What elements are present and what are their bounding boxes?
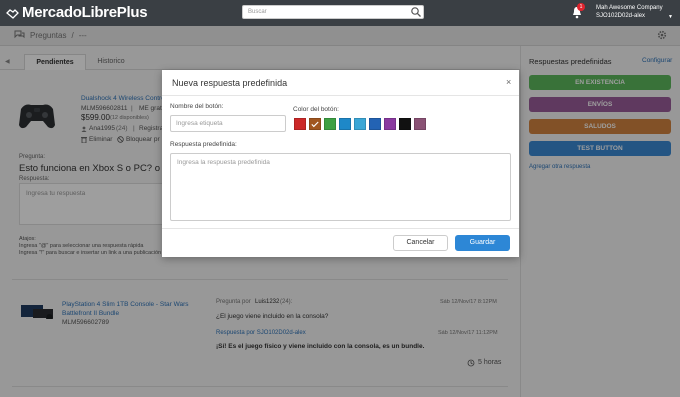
save-button[interactable]: Guardar xyxy=(455,235,510,251)
company-name: Mah Awesome Company xyxy=(596,5,663,11)
search-icon[interactable] xyxy=(410,6,422,18)
logo[interactable]: MercadoLibrePlus xyxy=(6,4,148,21)
close-icon[interactable]: × xyxy=(506,77,511,87)
predefined-text-label: Respuesta predefinida: xyxy=(170,141,237,148)
color-label: Color del botón: xyxy=(293,106,339,113)
color-picker xyxy=(294,118,426,130)
logo-text: MercadoLibrePlus xyxy=(22,4,148,21)
divider xyxy=(162,95,519,96)
divider xyxy=(162,228,519,229)
color-swatch[interactable] xyxy=(414,118,426,130)
color-swatch[interactable] xyxy=(384,118,396,130)
color-swatch[interactable] xyxy=(309,118,321,130)
chevron-down-icon[interactable]: ▼ xyxy=(668,14,673,20)
search-input[interactable]: Buscar xyxy=(242,5,424,19)
color-swatch[interactable] xyxy=(294,118,306,130)
notifications-bell-icon[interactable]: 1 xyxy=(571,3,585,19)
cancel-button[interactable]: Cancelar xyxy=(393,235,448,251)
button-name-input[interactable]: Ingresa etiqueta xyxy=(170,115,286,132)
predefined-text-textarea[interactable]: Ingresa la respuesta predefinida xyxy=(170,153,511,221)
handshake-icon xyxy=(6,7,19,19)
top-navbar: MercadoLibrePlus Buscar 1 Mah Awesome Co… xyxy=(0,0,680,26)
color-swatch[interactable] xyxy=(399,118,411,130)
color-swatch[interactable] xyxy=(324,118,336,130)
new-predefined-answer-modal: Nueva respuesta predefinida × Nombre del… xyxy=(162,70,519,257)
color-swatch[interactable] xyxy=(339,118,351,130)
color-swatch[interactable] xyxy=(369,118,381,130)
name-label: Nombre del botón: xyxy=(170,103,224,110)
user-name: SJO102D02d-alex xyxy=(596,13,646,19)
user-menu[interactable]: Mah Awesome Company SJO102D02d-alex xyxy=(596,4,663,20)
color-swatch[interactable] xyxy=(354,118,366,130)
notification-badge: 1 xyxy=(577,3,585,11)
modal-title: Nueva respuesta predefinida xyxy=(172,78,288,88)
